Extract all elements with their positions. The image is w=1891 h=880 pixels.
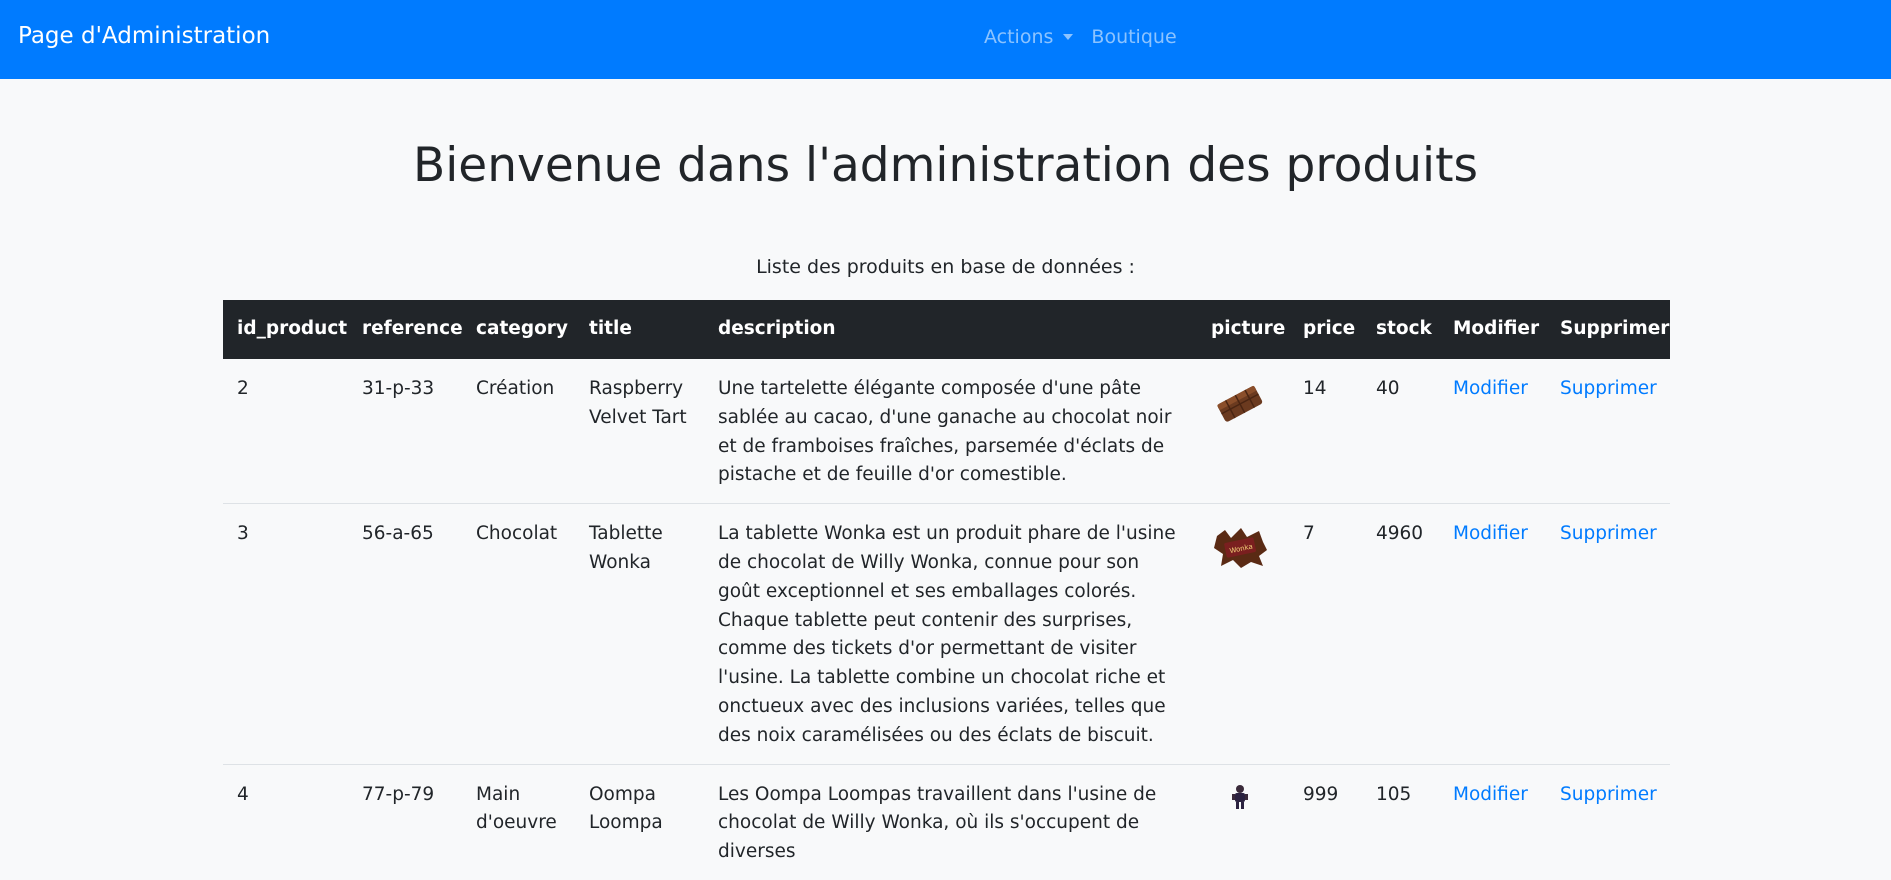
navbar-menu: Actions Boutique (984, 26, 1177, 48)
modify-link[interactable]: Modifier (1453, 523, 1528, 544)
header-delete: Supprimer (1546, 300, 1670, 359)
cell-description: Les Oompa Loompas travaillent dans l'usi… (704, 763, 1197, 880)
cell-modify: Modifier (1439, 359, 1546, 504)
shop-link[interactable]: Boutique (1091, 26, 1176, 48)
products-table: id_product reference category title desc… (223, 300, 1670, 880)
cell-category: Création (476, 378, 555, 399)
page-subtitle: Liste des produits en base de données : (756, 256, 1135, 278)
header-picture: picture (1197, 300, 1289, 359)
actions-dropdown[interactable]: Actions (984, 26, 1074, 48)
modify-link[interactable]: Modifier (1453, 784, 1528, 805)
table-row: 4 77-p-79 Main d'oeuvre Oompa Loompa Les… (223, 763, 1670, 880)
cell-modify: Modifier (1439, 763, 1546, 880)
table-header-row: id_product reference category title desc… (223, 300, 1670, 359)
header-description: description (704, 300, 1197, 359)
cell-description: La tablette Wonka est un produit phare d… (704, 503, 1197, 765)
cell-stock: 40 (1376, 378, 1400, 399)
cell-stock: 4960 (1362, 503, 1439, 765)
table-row: 3 56-a-65 Chocolat Tablette Wonka La tab… (223, 503, 1670, 765)
cell-title: Tablette Wonka (575, 503, 704, 765)
cell-modify: Modifier (1439, 503, 1546, 765)
header-id-product: id_product (223, 300, 348, 359)
cell-description: Une tartelette élégante composée d'une p… (718, 378, 1172, 486)
page-title: Bienvenue dans l'administration des prod… (413, 138, 1478, 193)
cell-title: Oompa Loompa (575, 763, 704, 880)
cell-delete: Supprimer (1546, 503, 1670, 765)
cell-picture (1197, 359, 1289, 504)
header-title: title (575, 300, 704, 359)
delete-link[interactable]: Supprimer (1560, 523, 1657, 544)
delete-link[interactable]: Supprimer (1560, 378, 1657, 399)
navbar-brand[interactable]: Page d'Administration (18, 23, 270, 49)
header-price: price (1289, 300, 1362, 359)
cell-category: Main d'oeuvre (462, 763, 575, 880)
cell-price: 999 (1289, 763, 1362, 880)
cell-stock: 105 (1362, 763, 1439, 880)
cell-title: Raspberry Velvet Tart (589, 378, 687, 428)
header-modify: Modifier (1439, 300, 1546, 359)
chocolate-bar-icon (1217, 386, 1263, 422)
cell-id-product: 4 (223, 763, 348, 880)
products-table-container: id_product reference category title desc… (223, 300, 1670, 880)
top-navbar: Page d'Administration Actions Boutique (0, 0, 1891, 79)
cell-picture: Wonka (1197, 503, 1289, 765)
cell-reference: 77-p-79 (348, 763, 462, 880)
table-row: 2 31-p-33 Création Raspberry Velvet Tart… (223, 359, 1670, 504)
header-reference: reference (348, 300, 463, 359)
delete-link[interactable]: Supprimer (1560, 784, 1657, 805)
cell-reference: 31-p-33 (362, 378, 435, 399)
cell-id-product: 3 (223, 503, 348, 765)
cell-delete: Supprimer (1546, 763, 1670, 880)
chevron-down-icon (1063, 34, 1074, 40)
oompa-loompa-icon (1232, 784, 1248, 809)
modify-link[interactable]: Modifier (1453, 378, 1528, 399)
cell-reference: 56-a-65 (348, 503, 462, 765)
cell-category: Chocolat (462, 503, 575, 765)
wonka-bar-icon: Wonka (1214, 528, 1267, 569)
header-category: category (462, 300, 575, 359)
cell-price: 7 (1289, 503, 1362, 765)
cell-id-product: 2 (237, 378, 249, 399)
header-stock: stock (1362, 300, 1439, 359)
table-body: 2 31-p-33 Création Raspberry Velvet Tart… (223, 359, 1670, 880)
cell-price: 14 (1303, 378, 1327, 399)
cell-delete: Supprimer (1546, 359, 1670, 504)
table-header: id_product reference category title desc… (223, 300, 1670, 359)
cell-picture (1197, 763, 1289, 880)
actions-dropdown-label: Actions (984, 26, 1054, 48)
